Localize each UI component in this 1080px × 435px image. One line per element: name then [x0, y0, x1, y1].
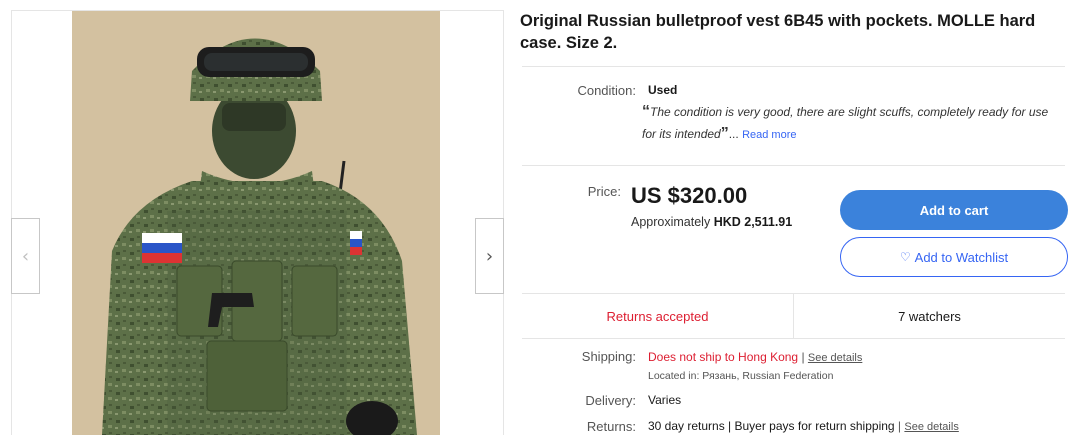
chevron-right-icon: › — [485, 245, 494, 267]
approx-price: Approximately HKD 2,511.91 — [631, 215, 792, 229]
quote-ellipsis: ... — [728, 127, 739, 141]
gallery-next-button[interactable]: › — [475, 218, 504, 294]
returns-policy: 30 day returns | Buyer pays for return s… — [648, 419, 895, 433]
shipping-status: Does not ship to Hong Kong — [648, 350, 799, 364]
separator: | — [894, 419, 905, 433]
delivery-value: Varies — [648, 393, 682, 407]
shipping-see-details-link[interactable]: See details — [808, 352, 862, 364]
read-more-link[interactable]: Read more — [742, 129, 796, 141]
returns-see-details-link[interactable]: See details — [904, 421, 958, 433]
condition-description: “The condition is very good, there are s… — [642, 101, 1052, 146]
delivery-label: Delivery: — [585, 393, 636, 408]
divider — [522, 165, 1065, 166]
add-to-cart-button[interactable]: Add to cart — [840, 190, 1068, 230]
stats-bar: Returns accepted 7 watchers — [522, 293, 1065, 339]
condition-value: Used — [648, 83, 678, 97]
separator: | — [798, 350, 808, 364]
chevron-left-icon: ‹ — [21, 245, 30, 267]
add-to-watchlist-button[interactable]: ♡ Add to Watchlist — [840, 237, 1068, 277]
heart-icon: ♡ — [899, 250, 911, 264]
condition-quote-text: The condition is very good, there are sl… — [642, 105, 1049, 141]
product-photo[interactable] — [72, 11, 440, 435]
item-location: Located in: Рязань, Russian Federation — [648, 370, 834, 382]
shipping-label: Shipping: — [581, 349, 636, 364]
watchers-count: 7 watchers — [898, 308, 961, 324]
quote-close: ” — [720, 125, 729, 142]
gallery-prev-button[interactable]: ‹ — [11, 218, 40, 294]
approx-prefix: Approximately — [631, 215, 711, 229]
quote-open: “ — [642, 103, 650, 120]
condition-label: Condition: — [577, 83, 636, 98]
shipping-value: Does not ship to Hong Kong | See details — [648, 350, 862, 364]
price-value: US $320.00 — [631, 183, 748, 208]
price-label: Price: — [587, 184, 621, 199]
divider — [522, 66, 1065, 67]
watchlist-label: Add to Watchlist — [914, 249, 1009, 265]
returns-label: Returns: — [586, 419, 636, 434]
listing-title: Original Russian bulletproof vest 6B45 w… — [520, 12, 1036, 52]
image-gallery: ‹ › — [11, 10, 504, 435]
returns-accepted-badge: Returns accepted — [522, 294, 794, 338]
soldier-in-vest-image — [72, 11, 440, 435]
approx-value: HKD 2,511.91 — [713, 215, 793, 229]
returns-value: 30 day returns | Buyer pays for return s… — [648, 419, 959, 433]
